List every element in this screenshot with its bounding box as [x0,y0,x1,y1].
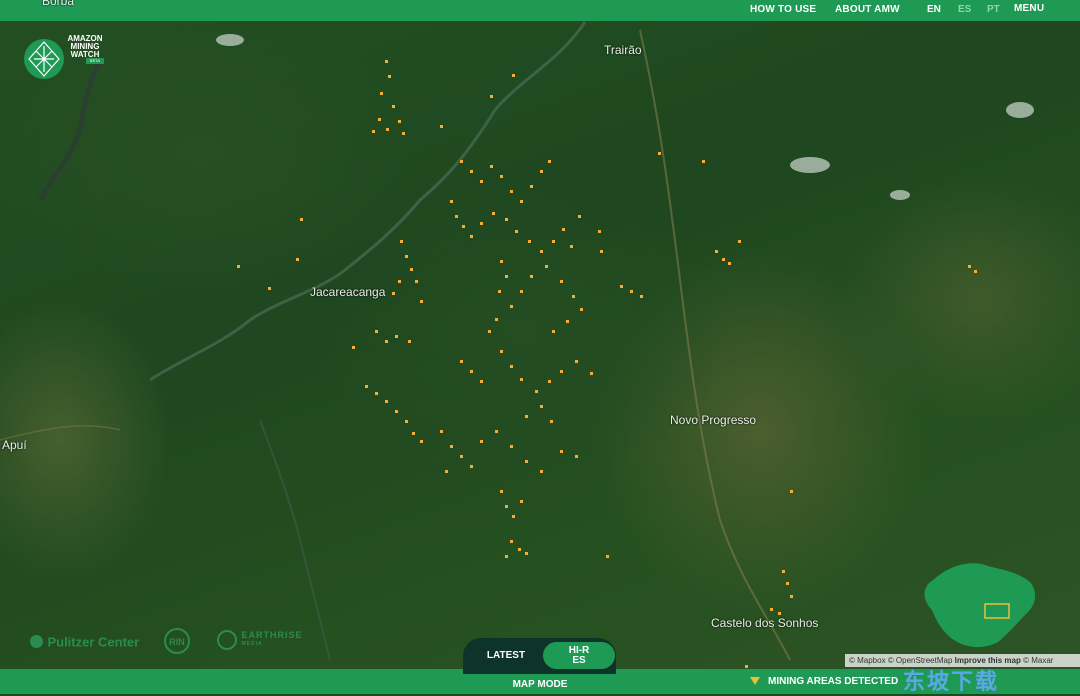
pulitzer-label: Pulitzer Center [47,634,140,650]
place-label-jacareacanga: Jacareacanga [310,285,386,299]
place-label-apui: Apuí [2,438,27,452]
lang-es[interactable]: ES [958,4,971,15]
mining-areas [237,60,977,668]
hi-res-mode-button[interactable]: HI-RES [543,642,615,669]
partner-pulitzer[interactable]: Pulitzer Center [30,633,139,651]
place-label-castelo-dos-sonhos: Castelo dos Sonhos [711,616,819,630]
road [639,29,791,661]
pulitzer-icon [30,635,43,649]
lang-en[interactable]: EN [927,4,941,15]
place-label-novo-progresso: Novo Progresso [670,413,757,427]
mining-area-icon [750,677,760,685]
earthrise-media-label: MEDIA [241,641,263,647]
about-amw-link[interactable]: ABOUT AMW [835,4,900,15]
clouds [216,34,1034,200]
attr-mapbox[interactable]: © Mapbox [849,656,886,665]
river [259,419,331,661]
top-bar [0,0,1080,21]
place-label-trairao: Trairão [604,43,642,57]
lang-pt[interactable]: PT [987,4,1000,15]
rin-label: RIN [169,637,185,647]
hi-res-label: HI-RES [568,645,590,666]
partner-rin[interactable]: RIN [164,628,190,654]
watermark: 东坡下载 [903,669,1000,694]
latest-mode-button[interactable]: LATEST [468,642,544,669]
river [149,21,587,382]
place-label-borba: Borba [42,0,75,8]
menu-button[interactable]: MENU [1014,3,1044,14]
partner-earthrise[interactable]: EARTHRISE MEDIA [217,630,302,650]
amazon-minimap[interactable] [918,556,1044,652]
earthrise-icon [217,630,237,650]
earthrise-label: EARTHRISE [241,630,303,640]
mining-areas-detected-label[interactable]: MINING AREAS DETECTED [768,676,898,687]
attr-maxar[interactable]: © Maxar [1023,656,1053,665]
beta-badge: BETA [86,58,104,64]
map-mode-label: MAP MODE [512,679,568,690]
logo-text: AMAZON MINING WATCH [67,34,103,59]
how-to-use-link[interactable]: HOW TO USE [750,4,816,15]
